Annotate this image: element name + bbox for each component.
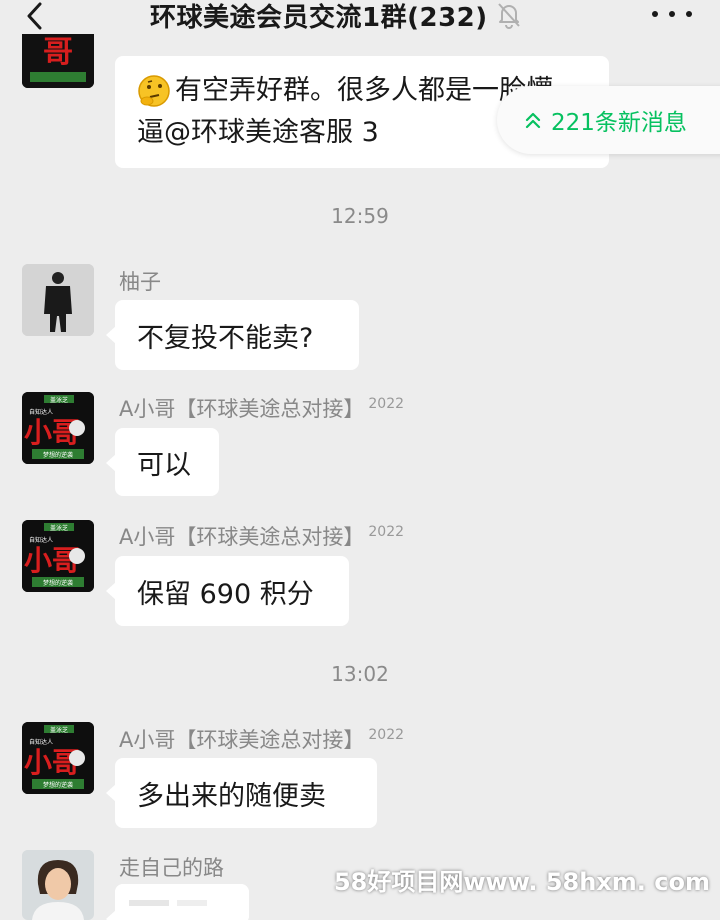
message-bubble[interactable]: 可以 <box>106 428 219 496</box>
sender-name: A小哥【环球美途总对接】 2022 <box>119 524 405 549</box>
sender-name: A小哥【环球美途总对接】 2022 <box>119 396 405 421</box>
ellipsis-icon <box>652 11 658 17</box>
chat-header: 环球美途会员交流1群(232) <box>0 0 720 34</box>
svg-text:哥: 哥 <box>43 35 73 70</box>
svg-text:盖泳芝: 盖泳芝 <box>50 524 68 532</box>
sender-badge: 2022 <box>368 396 405 412</box>
message-bubble[interactable]: 多出来的随便卖 <box>106 758 377 828</box>
image-message[interactable] <box>106 884 249 920</box>
chevron-left-icon <box>27 2 42 30</box>
back-button[interactable] <box>20 2 50 30</box>
sender-name: 柚子 <box>119 270 161 294</box>
chat-title: 环球美途会员交流1群(232) <box>150 2 488 33</box>
message-text: 有空弄好群。很多人都是一脸懵 <box>175 75 553 106</box>
message-text: 保留 690 积分 <box>137 578 314 610</box>
svg-text:自知达人: 自知达人 <box>29 408 53 416</box>
bell-slash-icon <box>496 1 524 29</box>
svg-text:自知达人: 自知达人 <box>29 536 53 544</box>
more-options-button[interactable] <box>652 4 692 24</box>
thinking-face-emoji <box>138 75 170 107</box>
message-text: 多出来的随便卖 <box>137 780 326 812</box>
timestamp: 12:59 <box>331 204 389 228</box>
svg-text:盖泳芝: 盖泳芝 <box>50 396 68 404</box>
avatar[interactable]: 盖泳芝 自知达人 小哥 梦想的逆袭 <box>22 722 94 794</box>
sender-badge: 2022 <box>368 524 405 540</box>
message-text: 不复投不能卖? <box>137 322 314 354</box>
avatar[interactable]: 盖泳芝 自知达人 小哥 梦想的逆袭 <box>22 392 94 464</box>
svg-text:梦想的逆袭: 梦想的逆袭 <box>43 781 73 789</box>
new-messages-label: 221条新消息 <box>551 110 687 136</box>
svg-text:梦想的逆袭: 梦想的逆袭 <box>43 579 73 587</box>
message-bubble[interactable]: 不复投不能卖? <box>106 300 359 370</box>
message-text-line2: 逼@环球美途客服 3 <box>137 117 379 148</box>
avatar[interactable] <box>22 850 94 920</box>
sender-name: A小哥【环球美途总对接】 2022 <box>119 727 405 752</box>
svg-text:梦想的逆袭: 梦想的逆袭 <box>43 451 73 459</box>
message-bubble[interactable]: 保留 690 积分 <box>106 556 349 626</box>
sender-badge: 2022 <box>368 727 405 743</box>
avatar[interactable]: 盖泳芝 自知达人 小哥 梦想的逆袭 <box>22 520 94 592</box>
timestamp: 13:02 <box>331 662 389 686</box>
svg-text:自知达人: 自知达人 <box>29 738 53 746</box>
double-chevron-up-icon <box>525 112 541 129</box>
watermark: 58好项目网www. 58hxm. com <box>333 868 710 896</box>
sender-name: 走自己的路 <box>119 856 224 880</box>
avatar[interactable] <box>22 264 94 336</box>
chat-title-area[interactable]: 环球美途会员交流1群(232) <box>150 0 524 33</box>
svg-text:盖泳芝: 盖泳芝 <box>50 726 68 734</box>
image-thumbnail <box>115 884 249 920</box>
message-text: 可以 <box>137 449 191 481</box>
new-messages-button[interactable]: 221条新消息 <box>497 86 720 154</box>
